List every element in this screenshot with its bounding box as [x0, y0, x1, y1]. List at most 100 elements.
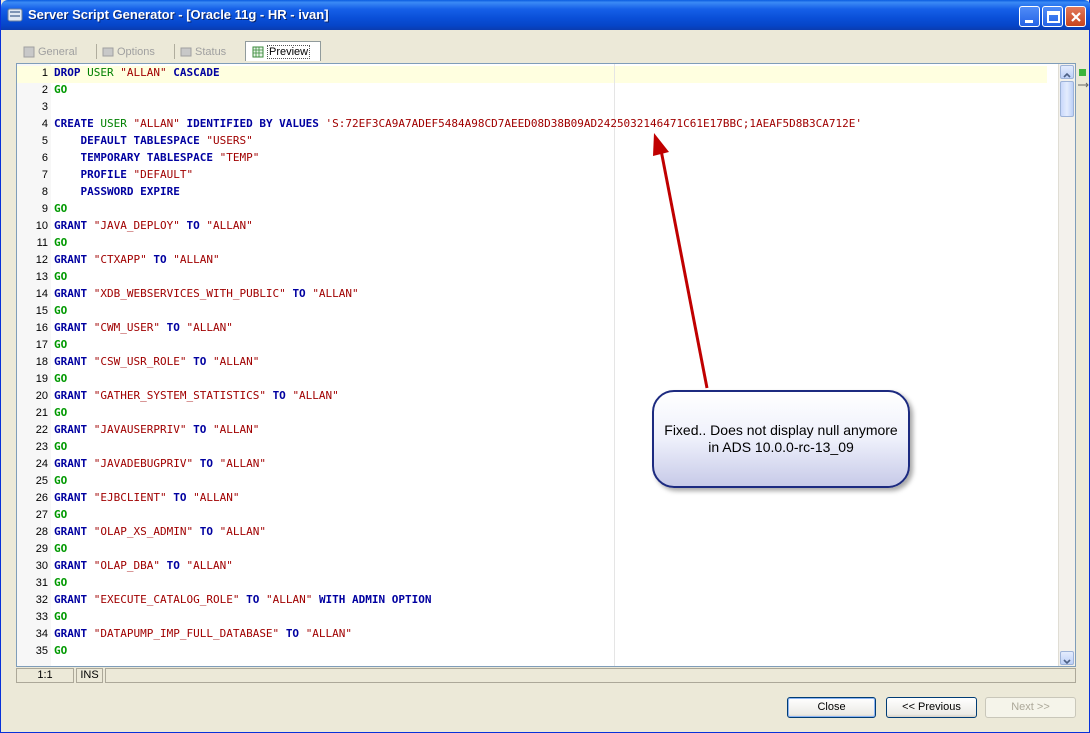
code-token: "EXECUTE_CATALOG_ROLE": [93, 593, 247, 606]
code-line: 19 GO: [17, 372, 1047, 389]
code-token: "CSW_USR_ROLE": [93, 355, 194, 368]
code-text: GRANT "EXECUTE_CATALOG_ROLE" TO "ALLAN" …: [54, 593, 432, 606]
overview-ruler: [1076, 63, 1090, 667]
line-number: 21: [35, 407, 48, 419]
code-token: "ALLAN": [120, 66, 174, 79]
line-number: 13: [35, 271, 48, 283]
code-token: "USERS": [206, 134, 253, 147]
code-text: DROP USER "ALLAN" CASCADE: [54, 66, 220, 79]
close-button[interactable]: Close: [787, 697, 876, 718]
status-icon: [180, 47, 192, 56]
code-token: "ALLAN": [212, 423, 260, 436]
code-text: GRANT "OLAP_XS_ADMIN" TO "ALLAN": [54, 525, 266, 538]
line-number: 7: [41, 169, 48, 181]
scroll-down-button[interactable]: [1060, 651, 1074, 665]
code-token: GRANT: [54, 559, 94, 572]
title-bar[interactable]: Server Script Generator - [Oracle 11g - …: [1, 0, 1090, 30]
code-token: "JAVA_DEPLOY": [93, 219, 187, 232]
vertical-scrollbar[interactable]: [1058, 64, 1075, 666]
tab-preview[interactable]: Preview: [245, 41, 321, 61]
line-number: 15: [35, 305, 48, 317]
general-icon: [23, 46, 35, 57]
code-token: TO: [199, 525, 220, 538]
code-token: GO: [54, 474, 68, 487]
arrow-up-icon: [1063, 72, 1071, 78]
code-text: GRANT "JAVA_DEPLOY" TO "ALLAN": [54, 219, 253, 232]
code-line: 9 GO: [17, 202, 1047, 219]
code-token: TO: [153, 253, 174, 266]
code-line: 15 GO: [17, 304, 1047, 321]
code-token: GRANT: [54, 389, 94, 402]
code-token: "CTXAPP": [93, 253, 154, 266]
scroll-thumb[interactable]: [1060, 81, 1074, 117]
code-token: TO: [166, 321, 187, 334]
code-token: DROP: [54, 66, 88, 79]
code-line: 34 GRANT "DATAPUMP_IMP_FULL_DATABASE" TO …: [17, 627, 1047, 644]
code-token: GRANT: [54, 253, 94, 266]
code-line: 16 GRANT "CWM_USER" TO "ALLAN": [17, 321, 1047, 338]
tab-options[interactable]: Options: [96, 42, 172, 61]
code-token: GRANT: [54, 627, 94, 640]
code-token: "EJBCLIENT": [93, 491, 174, 504]
scroll-up-button[interactable]: [1060, 65, 1074, 79]
maximize-icon: [1047, 11, 1060, 23]
code-text: GO: [54, 508, 67, 521]
code-text: GO: [54, 576, 67, 589]
code-line: 14 GRANT "XDB_WEBSERVICES_WITH_PUBLIC" TO…: [17, 287, 1047, 304]
close-window-button[interactable]: [1065, 6, 1086, 27]
code-token: PROFILE: [80, 168, 134, 181]
code-token: "ALLAN": [186, 559, 233, 572]
code-token: TO: [285, 627, 306, 640]
code-token: WITH ADMIN OPTION: [318, 593, 432, 606]
code-token: TO: [292, 287, 313, 300]
code-text: DEFAULT TABLESPACE "USERS": [54, 134, 253, 147]
code-lines: 1 DROP USER "ALLAN" CASCADE 2 GO 3 4 CREATE US…: [17, 66, 1047, 661]
line-number: 18: [35, 356, 48, 368]
code-token: "ALLAN": [305, 627, 353, 640]
previous-button[interactable]: << Previous: [886, 697, 977, 718]
line-number: 31: [35, 577, 48, 589]
code-text: GO: [54, 304, 67, 317]
tab-preview-label: Preview: [267, 44, 311, 59]
ruler-markers: [1078, 69, 1089, 88]
tab-general[interactable]: General: [17, 42, 89, 61]
tab-separator: [174, 44, 175, 59]
code-text: GRANT "EJBCLIENT" TO "ALLAN": [54, 491, 239, 504]
line-number: 14: [35, 288, 48, 300]
line-number: 28: [35, 526, 48, 538]
code-text: GO: [54, 542, 67, 555]
minimize-button[interactable]: [1019, 6, 1040, 27]
code-line: 32 GRANT "EXECUTE_CATALOG_ROLE" TO "ALLAN…: [17, 593, 1047, 610]
app-icon: [7, 8, 23, 22]
code-token: "DEFAULT": [133, 168, 194, 181]
code-token: USER: [87, 66, 121, 79]
script-preview-editor[interactable]: 1 DROP USER "ALLAN" CASCADE 2 GO 3 4 CREATE US…: [16, 63, 1076, 667]
code-token: "OLAP_DBA": [93, 559, 167, 572]
code-text: PROFILE "DEFAULT": [54, 168, 194, 181]
line-number: 6: [41, 152, 48, 164]
tab-status[interactable]: Status: [174, 42, 244, 61]
code-line: 27 GO: [17, 508, 1047, 525]
line-number: 4: [41, 118, 48, 130]
code-token: TO: [272, 389, 293, 402]
code-token: CREATE: [54, 117, 101, 130]
maximize-button[interactable]: [1042, 6, 1063, 27]
line-number: 33: [35, 611, 48, 623]
code-token: "TEMP": [219, 151, 260, 164]
code-token: GO: [54, 644, 68, 657]
code-token: "ALLAN": [292, 389, 339, 402]
tab-separator: [96, 44, 97, 59]
code-token: CASCADE: [173, 66, 220, 79]
code-line: 10 GRANT "JAVA_DEPLOY" TO "ALLAN": [17, 219, 1047, 236]
code-token: "JAVAUSERPRIV": [93, 423, 194, 436]
code-text: TEMPORARY TABLESPACE "TEMP": [54, 151, 260, 164]
window-title: Server Script Generator - [Oracle 11g - …: [28, 7, 329, 22]
line-number: 20: [35, 390, 48, 402]
code-token: GO: [54, 83, 68, 96]
next-button[interactable]: Next >>: [985, 697, 1076, 718]
line-number: 23: [35, 441, 48, 453]
code-line: 17 GO: [17, 338, 1047, 355]
line-number: 32: [35, 594, 48, 606]
code-token: GO: [54, 576, 68, 589]
